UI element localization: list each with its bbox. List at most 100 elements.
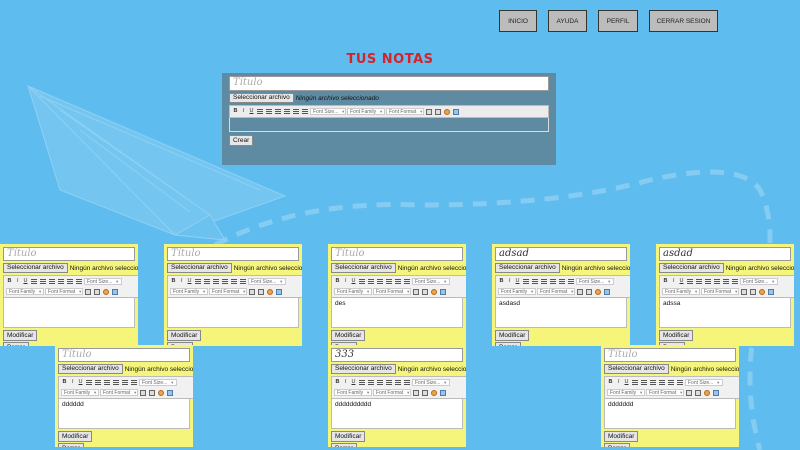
nav-perfil-button[interactable]: PERFIL (598, 10, 638, 32)
underline-icon[interactable]: U (186, 278, 193, 285)
paste-icon[interactable] (422, 389, 428, 396)
note-editor-area[interactable]: dddddddddd (331, 399, 463, 429)
align-center-icon[interactable] (40, 278, 46, 285)
italic-icon[interactable]: I (178, 278, 185, 285)
align-justify-icon[interactable] (714, 278, 720, 285)
font-format-select[interactable]: Font Format ▼ (537, 288, 575, 295)
bold-icon[interactable]: B (232, 108, 239, 115)
align-left-icon[interactable] (31, 278, 37, 285)
paste-icon[interactable] (695, 389, 701, 396)
paste-icon[interactable] (435, 108, 441, 115)
modify-button[interactable]: Modificar (659, 330, 694, 341)
delete-button[interactable]: Borrar (58, 443, 85, 447)
numbered-list-icon[interactable] (131, 379, 137, 386)
align-justify-icon[interactable] (386, 278, 392, 285)
font-format-select[interactable]: Font Format ▼ (373, 288, 411, 295)
note-title-input[interactable]: Título (3, 247, 135, 261)
italic-icon[interactable]: I (69, 379, 76, 386)
nav-cerrar-sesion-button[interactable]: CERRAR SESION (649, 10, 718, 32)
font-size-select[interactable]: Font Size... ▼ (576, 278, 614, 285)
numbered-list-icon[interactable] (732, 278, 738, 285)
font-size-select[interactable]: Font Size... ▼ (685, 379, 723, 386)
align-center-icon[interactable] (266, 108, 272, 115)
align-right-icon[interactable] (104, 379, 110, 386)
numbered-list-icon[interactable] (568, 278, 574, 285)
note-file-button[interactable]: Seleccionar archivo (659, 263, 724, 273)
image-icon[interactable] (276, 288, 282, 295)
copy-icon[interactable] (577, 288, 583, 295)
modify-button[interactable]: Modificar (331, 431, 366, 442)
bullet-list-icon[interactable] (668, 379, 674, 386)
nav-ayuda-button[interactable]: AYUDA (548, 10, 587, 32)
font-size-select[interactable]: Font Size... ▼ (310, 108, 346, 115)
copy-icon[interactable] (140, 389, 146, 396)
align-left-icon[interactable] (687, 278, 693, 285)
align-justify-icon[interactable] (284, 108, 290, 115)
image-icon[interactable] (604, 288, 610, 295)
align-right-icon[interactable] (705, 278, 711, 285)
bullet-list-icon[interactable] (122, 379, 128, 386)
paste-icon[interactable] (258, 288, 264, 295)
copy-icon[interactable] (741, 288, 747, 295)
italic-icon[interactable]: I (240, 108, 247, 115)
font-format-select[interactable]: Font Format ▼ (701, 288, 739, 295)
note-title-input[interactable]: Título (604, 348, 736, 362)
font-size-select[interactable]: Font Size... ▼ (412, 278, 450, 285)
font-family-select[interactable]: Font Family ▼ (61, 389, 99, 396)
bold-icon[interactable]: B (6, 278, 13, 285)
delete-button[interactable]: Borrar (604, 443, 631, 447)
font-size-select[interactable]: Font Size... ▼ (84, 278, 122, 285)
delete-button[interactable]: Borrar (3, 342, 30, 346)
underline-icon[interactable]: U (514, 278, 521, 285)
bullet-list-icon[interactable] (395, 278, 401, 285)
bold-icon[interactable]: B (61, 379, 68, 386)
font-format-select[interactable]: Font Format ▼ (373, 389, 411, 396)
note-file-button[interactable]: Seleccionar archivo (58, 364, 123, 374)
font-family-select[interactable]: Font Family ▼ (347, 108, 385, 115)
image-icon[interactable] (440, 389, 446, 396)
modify-button[interactable]: Modificar (604, 431, 639, 442)
align-left-icon[interactable] (257, 108, 263, 115)
font-family-select[interactable]: Font Family ▼ (334, 288, 372, 295)
underline-icon[interactable]: U (623, 379, 630, 386)
font-family-select[interactable]: Font Family ▼ (662, 288, 700, 295)
align-justify-icon[interactable] (550, 278, 556, 285)
note-file-button[interactable]: Seleccionar archivo (604, 364, 669, 374)
copy-icon[interactable] (249, 288, 255, 295)
note-file-button[interactable]: Seleccionar archivo (495, 263, 560, 273)
bold-icon[interactable]: B (662, 278, 669, 285)
align-left-icon[interactable] (195, 278, 201, 285)
align-left-icon[interactable] (359, 379, 365, 386)
bold-icon[interactable]: B (498, 278, 505, 285)
align-center-icon[interactable] (368, 278, 374, 285)
font-format-select[interactable]: Font Format ▼ (386, 108, 424, 115)
paste-icon[interactable] (94, 288, 100, 295)
numbered-list-icon[interactable] (240, 278, 246, 285)
color-icon[interactable] (595, 288, 601, 295)
numbered-list-icon[interactable] (404, 278, 410, 285)
italic-icon[interactable]: I (342, 278, 349, 285)
italic-icon[interactable]: I (615, 379, 622, 386)
font-size-select[interactable]: Font Size... ▼ (139, 379, 177, 386)
copy-icon[interactable] (413, 389, 419, 396)
modify-button[interactable]: Modificar (3, 330, 38, 341)
bullet-list-icon[interactable] (395, 379, 401, 386)
copy-icon[interactable] (413, 288, 419, 295)
align-center-icon[interactable] (368, 379, 374, 386)
bold-icon[interactable]: B (334, 278, 341, 285)
align-left-icon[interactable] (632, 379, 638, 386)
image-icon[interactable] (112, 288, 118, 295)
note-title-input[interactable]: 333 (331, 348, 463, 362)
note-title-input[interactable]: Título (58, 348, 190, 362)
underline-icon[interactable]: U (678, 278, 685, 285)
font-format-select[interactable]: Font Format ▼ (45, 288, 83, 295)
create-editor-area[interactable] (229, 118, 549, 132)
note-editor-area[interactable]: dddddd (58, 399, 190, 429)
note-editor-area[interactable]: adssa (659, 298, 791, 328)
create-button[interactable]: Crear (229, 135, 254, 146)
copy-icon[interactable] (426, 108, 432, 115)
align-justify-icon[interactable] (222, 278, 228, 285)
image-icon[interactable] (440, 288, 446, 295)
delete-button[interactable]: Borrar (331, 443, 358, 447)
color-icon[interactable] (158, 389, 164, 396)
